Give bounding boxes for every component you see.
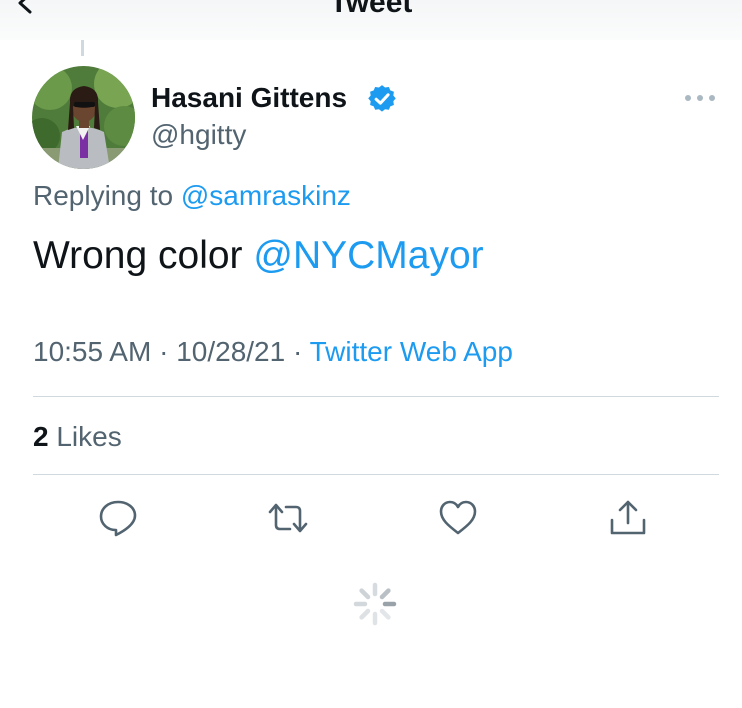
meta-separator: · xyxy=(292,336,303,367)
like-icon[interactable] xyxy=(438,498,478,538)
tweet-date: 10/28/21 xyxy=(176,336,286,367)
tweet-time: 10:55 AM xyxy=(33,336,152,367)
avatar[interactable] xyxy=(32,66,135,169)
author-name[interactable]: Hasani Gittens xyxy=(151,82,347,114)
thread-connector-line xyxy=(81,40,84,56)
likes-label: Likes xyxy=(56,421,122,452)
tweet-body-text: Wrong color xyxy=(33,234,243,277)
tweet-source-link[interactable]: Twitter Web App xyxy=(310,336,513,367)
top-navigation-bar: Tweet xyxy=(0,0,742,40)
loading-spinner-icon xyxy=(353,582,397,626)
divider xyxy=(33,396,719,397)
more-options-icon[interactable] xyxy=(684,92,716,104)
replying-to-label: Replying to xyxy=(33,180,174,211)
retweet-icon[interactable] xyxy=(268,498,308,538)
divider xyxy=(33,474,719,475)
meta-separator: · xyxy=(159,336,169,367)
share-icon[interactable] xyxy=(608,498,648,538)
page-title: Tweet xyxy=(329,0,413,19)
tweet-text: Wrong color @NYCMayor xyxy=(33,234,484,278)
verified-badge-icon xyxy=(368,85,396,112)
reply-icon[interactable] xyxy=(98,498,138,538)
tweet-metadata: 10:55 AM · 10/28/21 · Twitter Web App xyxy=(33,336,513,368)
mention-link[interactable]: @NYCMayor xyxy=(253,234,483,277)
replying-to-line: Replying to @samraskinz xyxy=(33,180,351,212)
reply-to-mention-link[interactable]: @samraskinz xyxy=(181,180,351,211)
author-handle[interactable]: @hgitty xyxy=(151,119,246,151)
likes-count: 2 xyxy=(33,421,49,452)
likes-count-row[interactable]: 2 Likes xyxy=(33,421,122,453)
